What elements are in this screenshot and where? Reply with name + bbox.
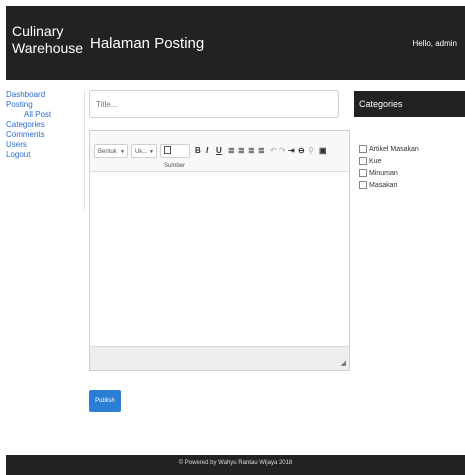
align-justify-icon[interactable]: ≣	[258, 146, 265, 156]
editor-toolbar: Bentuk ▼ Uk... ▼ Sumber B I U ≣ ≣ ≣ ≣ ↶ …	[90, 131, 349, 172]
size-dropdown[interactable]: Uk... ▼	[131, 144, 157, 158]
align-left-icon[interactable]: ≣	[228, 146, 235, 156]
link-icon[interactable]: ⊖	[298, 146, 305, 156]
footer-text: © Powered by Wahyu Rantau Wijaya 2018	[178, 460, 293, 466]
sidebar-item-logout[interactable]: Logout	[6, 150, 84, 160]
bold-icon[interactable]: B	[195, 146, 201, 156]
undo-icon[interactable]: ↶	[270, 146, 277, 156]
publish-button[interactable]: Publish	[89, 390, 121, 412]
brand-logo[interactable]: Culinary Warehouse	[12, 23, 83, 57]
editor-statusbar: ◢	[90, 346, 349, 370]
redo-icon[interactable]: ↷	[279, 146, 286, 156]
format-dropdown-label: Bentuk	[98, 149, 117, 155]
category-label: Kue	[369, 157, 382, 165]
category-checkbox[interactable]	[359, 169, 367, 177]
rich-text-editor: Bentuk ▼ Uk... ▼ Sumber B I U ≣ ≣ ≣ ≣ ↶ …	[89, 130, 350, 371]
sidebar-item-categories[interactable]: Categories	[6, 120, 84, 130]
chevron-down-icon: ▼	[120, 149, 125, 155]
sidebar-item-users[interactable]: Users	[6, 140, 84, 150]
underline-icon[interactable]: U	[216, 146, 222, 156]
category-checkbox[interactable]	[359, 145, 367, 153]
category-item[interactable]: Masakan	[359, 179, 419, 191]
align-center-icon[interactable]: ≣	[238, 146, 245, 156]
source-icon	[164, 146, 171, 154]
source-button-label: Sumber	[164, 163, 186, 169]
title-input[interactable]	[89, 90, 339, 118]
italic-icon[interactable]: I	[206, 146, 208, 156]
footer: © Powered by Wahyu Rantau Wijaya 2018	[6, 455, 465, 475]
align-right-icon[interactable]: ≣	[248, 146, 255, 156]
indent-icon[interactable]: ⇥	[288, 146, 295, 156]
image-icon[interactable]: ▣	[319, 146, 327, 156]
sidebar-item-posting[interactable]: Posting	[6, 100, 84, 110]
top-navbar: Culinary Warehouse Halaman Posting Hello…	[6, 6, 465, 80]
chevron-down-icon: ▼	[149, 149, 154, 155]
categories-header: Categories	[354, 91, 465, 117]
category-label: Artikel Masakan	[369, 145, 419, 153]
unlink-icon[interactable]: ⚲	[308, 146, 314, 156]
category-label: Masakan	[369, 181, 398, 189]
resize-handle-icon[interactable]: ◢	[341, 359, 346, 367]
sidebar: Dashboard Posting All Post Categories Co…	[6, 90, 85, 210]
categories-list: Artikel Masakan Kue Minuman Masakan	[359, 143, 419, 191]
editor-content-area[interactable]	[90, 172, 349, 348]
category-checkbox[interactable]	[359, 181, 367, 189]
sidebar-item-dashboard[interactable]: Dashboard	[6, 90, 84, 100]
category-item[interactable]: Kue	[359, 155, 419, 167]
category-item[interactable]: Artikel Masakan	[359, 143, 419, 155]
format-dropdown[interactable]: Bentuk ▼	[94, 144, 128, 158]
sidebar-item-comments[interactable]: Comments	[6, 130, 84, 140]
category-label: Minuman	[369, 169, 398, 177]
source-button[interactable]: Sumber	[160, 144, 190, 169]
size-dropdown-label: Uk...	[135, 149, 148, 155]
category-checkbox[interactable]	[359, 157, 367, 165]
sidebar-item-all-post[interactable]: All Post	[6, 110, 84, 120]
page-title: Halaman Posting	[90, 35, 205, 52]
user-greeting[interactable]: Hello, admin	[413, 39, 457, 48]
category-item[interactable]: Minuman	[359, 167, 419, 179]
